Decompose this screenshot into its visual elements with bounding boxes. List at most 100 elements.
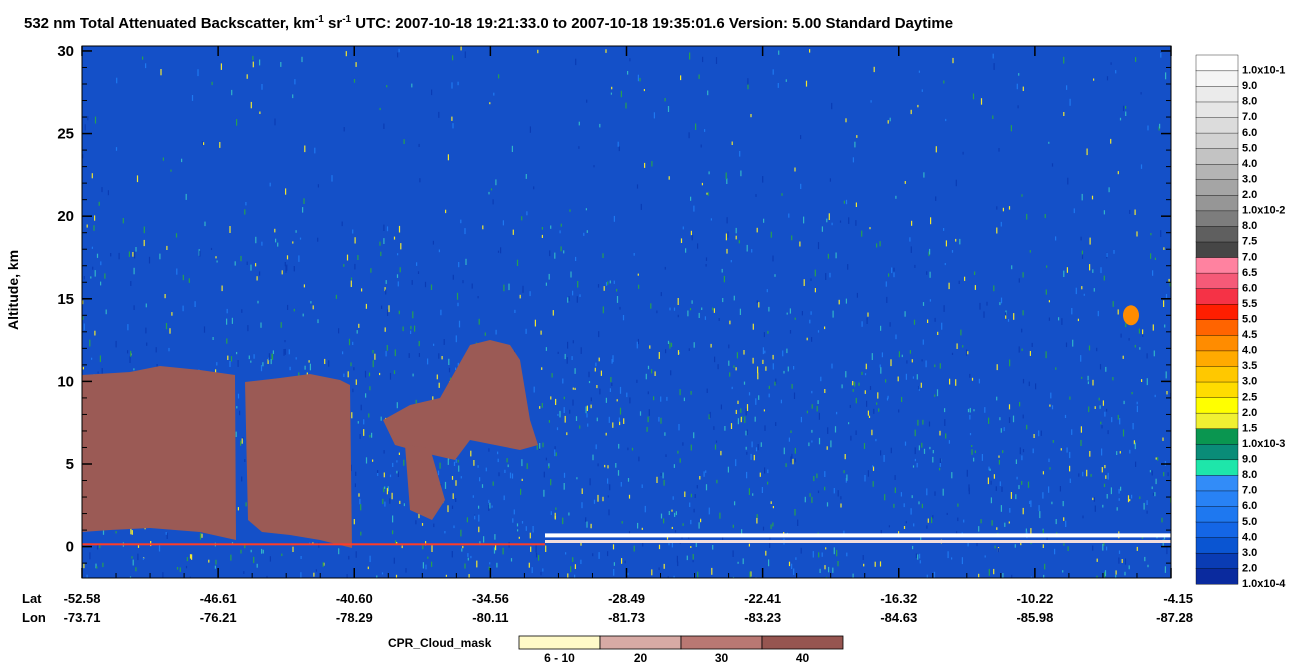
- colorbar-label: 3.5: [1242, 360, 1257, 372]
- lat-tick-label: -52.58: [64, 591, 101, 606]
- cpr-swatch: [761, 635, 844, 650]
- colorbar-swatch: [1195, 241, 1239, 258]
- cpr-swatch: [680, 635, 763, 650]
- lon-tick-label: -81.73: [608, 610, 645, 625]
- colorbar-swatch: [1195, 179, 1239, 196]
- cpr-category-label: 6 - 10: [544, 651, 575, 665]
- colorbar-label: 7.0: [1242, 251, 1257, 263]
- colorbar-label: 2.5: [1242, 391, 1257, 403]
- colorbar-swatch: [1195, 350, 1239, 367]
- y-tick-label: 5: [66, 456, 74, 473]
- cpr-category-label: 40: [796, 651, 810, 665]
- colorbar-swatch: [1195, 257, 1239, 274]
- lon-tick-label: -80.11: [472, 610, 508, 625]
- colorbar-label: 2.0: [1242, 562, 1257, 574]
- colorbar-label: 9.0: [1242, 80, 1257, 92]
- colorbar-label: 3.0: [1242, 174, 1257, 186]
- x-row-label: Lat: [22, 591, 42, 606]
- lon-tick-label: -73.71: [64, 610, 101, 625]
- colorbar-label: 5.5: [1242, 298, 1257, 310]
- backscatter-chart: 0 5 10 15 20 25 30 Lat Lon -52.58 -73.71 -46.61 -76.…: [22, 43, 1286, 665]
- colorbar-swatch: [1195, 303, 1239, 321]
- lon-tick-label: -83.23: [744, 610, 781, 625]
- colorbar-label: 7.0: [1242, 485, 1257, 497]
- lon-tick-label: -78.29: [336, 610, 373, 625]
- colorbar-label: 6.0: [1242, 127, 1257, 139]
- colorbar-label: 4.0: [1242, 531, 1257, 543]
- lon-tick-label: -85.98: [1016, 610, 1053, 625]
- lat-tick-label: -40.60: [336, 591, 373, 606]
- cpr-swatch: [518, 635, 601, 650]
- colorbar-swatch: [1195, 288, 1239, 305]
- colorbar-swatch: [1195, 117, 1239, 134]
- colorbar-label: 5.0: [1242, 516, 1257, 528]
- colorbar-label: 2.0: [1242, 407, 1257, 419]
- colorbar-swatch: [1195, 552, 1239, 569]
- colorbar-swatch: [1195, 272, 1239, 289]
- colorbar-label: 5.0: [1242, 142, 1257, 154]
- colorbar-label: 6.0: [1242, 500, 1257, 512]
- colorbar-swatch: [1195, 70, 1239, 87]
- colorbar-label: 5.0: [1242, 314, 1257, 326]
- colorbar-swatch: [1195, 148, 1239, 165]
- lon-tick-label: -76.21: [200, 610, 237, 625]
- colorbar-swatch: [1195, 459, 1239, 476]
- colorbar-swatch: [1195, 490, 1239, 507]
- colorbar-swatch: [1195, 54, 1239, 72]
- small-cloud: [1123, 305, 1139, 326]
- lat-tick-label: -22.41: [744, 591, 781, 606]
- colorbar-swatch: [1195, 474, 1239, 492]
- colorbar-swatch: [1195, 194, 1239, 212]
- colorbar-label: 6.5: [1242, 267, 1257, 279]
- colorbar-swatch: [1195, 381, 1239, 398]
- colorbar-label: 4.5: [1242, 329, 1257, 341]
- colorbar-swatch: [1195, 506, 1239, 523]
- colorbar-label: 7.0: [1242, 111, 1257, 123]
- colorbar-swatch: [1195, 132, 1239, 149]
- lat-tick-label: -34.56: [472, 591, 509, 606]
- colorbar-label: 1.0x10-4: [1242, 578, 1286, 590]
- colorbar-swatch: [1195, 101, 1239, 118]
- x-row-label: Lon: [22, 610, 46, 625]
- colorbar-label: 1.0x10-2: [1242, 205, 1285, 217]
- plot-area: [82, 46, 1171, 578]
- colorbar-label: 8.0: [1242, 220, 1257, 232]
- lat-tick-label: -46.61: [200, 591, 237, 606]
- cpr-category-label: 30: [715, 651, 729, 665]
- colorbar-label: 3.0: [1242, 376, 1257, 388]
- colorbar-swatch: [1195, 412, 1239, 429]
- colorbar-label: 4.0: [1242, 158, 1257, 170]
- colorbar-swatch: [1195, 428, 1239, 445]
- colorbar-swatch: [1195, 163, 1239, 180]
- colorbar-label: 1.0x10-1: [1242, 65, 1285, 77]
- colorbar-label: 1.5: [1242, 422, 1257, 434]
- colorbar-label: 9.0: [1242, 454, 1257, 466]
- colorbar-swatch: [1195, 85, 1239, 103]
- colorbar-label: 3.0: [1242, 547, 1257, 559]
- colorbar-swatch: [1195, 537, 1239, 554]
- colorbar-swatch: [1195, 334, 1239, 352]
- colorbar-label: 7.5: [1242, 236, 1257, 248]
- lat-tick-label: -28.49: [608, 591, 645, 606]
- y-tick-label: 30: [57, 43, 74, 60]
- colorbar-label: 8.0: [1242, 469, 1257, 481]
- y-tick-label: 10: [57, 373, 74, 390]
- lat-tick-label: -16.32: [880, 591, 917, 606]
- colorbar-swatch: [1195, 568, 1239, 585]
- lon-tick-label: -84.63: [880, 610, 917, 625]
- cpr-category-label: 20: [634, 651, 648, 665]
- lon-tick-label: -87.28: [1156, 610, 1193, 625]
- colorbar-swatch: [1195, 443, 1239, 461]
- cpr-swatch: [599, 635, 682, 650]
- colorbar-label: 2.0: [1242, 189, 1257, 201]
- colorbar-swatch: [1195, 397, 1239, 414]
- colorbar-label: 1.0x10-3: [1242, 438, 1285, 450]
- colorbar-label: 4.0: [1242, 345, 1257, 357]
- colorbar-swatch: [1195, 210, 1239, 227]
- colorbar-label: 6.0: [1242, 282, 1257, 294]
- colorbar-swatch: [1195, 319, 1239, 336]
- lat-tick-label: -10.22: [1016, 591, 1053, 606]
- y-tick-label: 0: [66, 539, 74, 556]
- y-tick-label: 25: [57, 126, 74, 143]
- cpr-cloud-mask-label: CPR_Cloud_mask: [388, 636, 492, 650]
